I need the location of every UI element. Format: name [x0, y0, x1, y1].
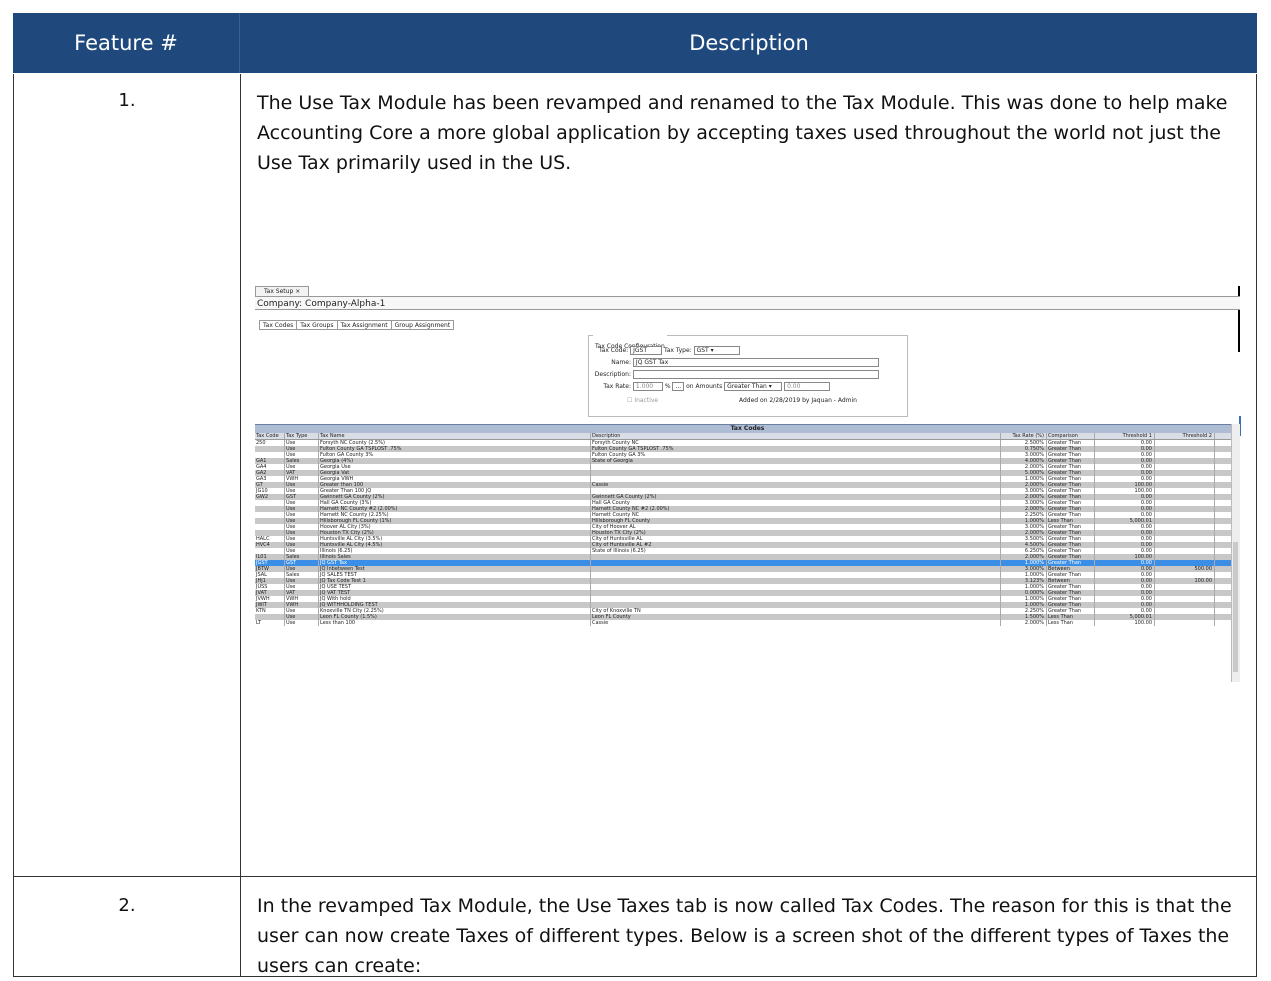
feature-description: The Use Tax Module has been revamped and…	[240, 74, 1257, 876]
column-header: Description	[591, 433, 1001, 439]
feature-text: The Use Tax Module has been revamped and…	[257, 92, 1228, 174]
tab-tax-setup: Tax Setup ×	[255, 286, 310, 296]
feature-number: 2.	[118, 895, 136, 916]
column-header: Tax Code	[255, 433, 285, 439]
tab-tax-groups: Tax Groups	[296, 320, 338, 330]
column-header: Tax Rate (%)	[1001, 433, 1047, 439]
table-cell: 2.000%	[1001, 620, 1047, 626]
grid-scrollbar	[1231, 424, 1240, 682]
table-cell	[1155, 620, 1215, 626]
close-icon: ×	[295, 288, 301, 295]
inactive-label: Inactive	[634, 396, 659, 404]
table-cell: Less than 100	[319, 620, 591, 626]
tax-code-field: JGST	[630, 346, 663, 355]
added-info: Added on 2/28/2019 by Jaquan - Admin	[739, 396, 857, 404]
column-header: Threshold 2	[1155, 433, 1215, 439]
on-amounts-label: on Amounts	[686, 382, 723, 390]
table-header: Feature # Description	[13, 13, 1257, 75]
column-header: Tax Type	[285, 433, 319, 439]
scroll-thumb	[1233, 542, 1238, 672]
table-row[interactable]: LT Use Less than 100 Cassie 2.000% Less Than 1…	[255, 620, 1240, 626]
table-cell: LT	[255, 620, 285, 626]
grid-body: 250 Use Forsyth NC County (2.5%) Forsyth Co…	[255, 440, 1240, 626]
tax-type-select: GST ▾	[693, 346, 740, 355]
tab-tax-codes: Tax Codes	[259, 320, 298, 330]
feature-description: In the revamped Tax Module, the Use Taxe…	[240, 877, 1257, 977]
header-feature-number: Feature #	[74, 31, 178, 55]
rate-picker-button: ...	[672, 382, 685, 391]
grid-header: Tax Code Tax Type Tax Name Description T…	[255, 433, 1240, 440]
table-cell: Use	[285, 620, 319, 626]
tab-group-assignment: Group Assignment	[390, 320, 455, 330]
table-cell: 100.00	[1095, 620, 1155, 626]
column-header: Comparison	[1047, 433, 1095, 439]
tax-code-configuration: Tax Code Configuration Tax Code: JGST Ta…	[588, 332, 908, 417]
feature-row-1: 1. The Use Tax Module has been revamped …	[13, 74, 1257, 877]
tax-codes-grid: Tax Codes Tax Code Tax Type Tax Name Des…	[255, 424, 1240, 626]
checkbox-icon: ☐	[627, 396, 633, 404]
table-cell: Less Than	[1047, 620, 1095, 626]
subtab-bar: Tax Codes Tax Groups Tax Assignment Grou…	[259, 320, 455, 330]
chevron-down-icon: ▾	[710, 347, 714, 354]
tab-tax-assignment: Tax Assignment	[336, 320, 392, 330]
column-header: Threshold 1	[1095, 433, 1155, 439]
company-label: Company: Company-Alpha-1	[255, 296, 1240, 310]
feature-number: 1.	[118, 90, 136, 111]
column-header: Tax Name	[319, 433, 591, 439]
header-description: Description	[239, 13, 1258, 73]
name-field: JQ GST Tax	[632, 358, 879, 367]
tax-setup-screenshot: Tax Setup × Company: Company-Alpha-1 Tax…	[255, 286, 1241, 726]
percent-sign: %	[664, 382, 671, 390]
grid-title: Tax Codes	[255, 424, 1240, 433]
table-cell: Cassie	[591, 620, 1001, 626]
feature-row-2: 2. In the revamped Tax Module, the Use T…	[13, 877, 1257, 977]
